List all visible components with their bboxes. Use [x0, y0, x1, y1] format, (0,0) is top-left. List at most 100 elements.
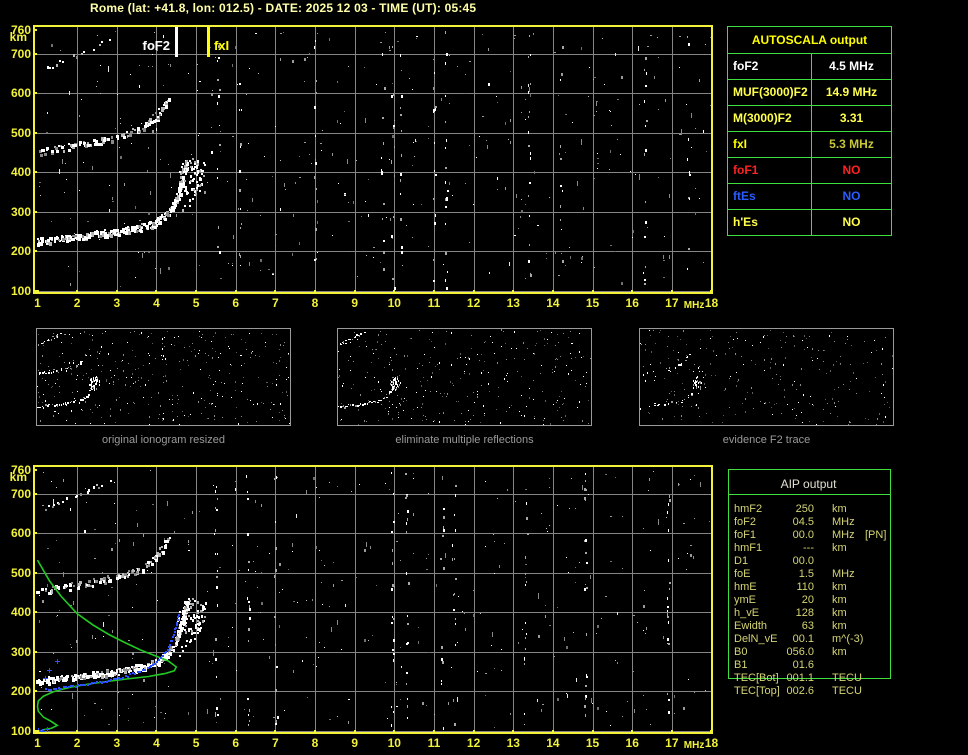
autoscala-param-label: h'Es — [728, 210, 812, 235]
autoscala-param-value: 5.3 MHz — [812, 132, 891, 157]
aip-param-name: ymE — [734, 594, 756, 607]
y-tick-label: 600 — [0, 86, 31, 100]
x-tick-label: 8 — [312, 296, 319, 310]
autoscala-param-label: MUF(3000)F2 — [728, 80, 812, 105]
x-tick-label: 12 — [467, 736, 480, 750]
aip-row-hmf1: hmF1---km — [728, 542, 900, 555]
y-tick-label: 200 — [0, 684, 31, 698]
x-tick-label: 7 — [272, 296, 279, 310]
x-tick-label: 10 — [388, 296, 401, 310]
y-tick-label: 600 — [0, 526, 31, 540]
x-tick-label: 15 — [586, 296, 599, 310]
x-tick-label: 2 — [74, 296, 81, 310]
aip-param-unit: km — [832, 542, 847, 555]
thumbnail-caption: original ionogram resized — [36, 434, 291, 446]
autoscala-table-title: AUTOSCALA output — [728, 27, 891, 54]
aip-row-tecbot: TEC[Bot]001.1TECU — [728, 672, 900, 685]
y-tick-label: 200 — [0, 244, 31, 258]
autoscala-param-value: 4.5 MHz — [812, 54, 891, 79]
aip-param-value: 00.0 — [754, 555, 814, 568]
x-tick-label: 3 — [113, 296, 120, 310]
aip-param-name: B1 — [734, 659, 747, 672]
aip-row-yme: ymE20km — [728, 594, 900, 607]
x-tick-label: 12 — [467, 296, 480, 310]
aip-row-hmf2: hmF2250km — [728, 503, 900, 516]
autoscala-row-m3000f2: M(3000)F23.31 — [728, 106, 891, 132]
x-axis-unit-label: MHz — [684, 740, 705, 752]
x-tick-label: 9 — [351, 736, 358, 750]
y-tick-label: 400 — [0, 605, 31, 619]
aip-param-unit: km — [832, 620, 847, 633]
x-tick-label: 6 — [232, 736, 239, 750]
y-tick-label: 300 — [0, 645, 31, 659]
x-tick-label: 10 — [388, 736, 401, 750]
aip-row-fof2: foF204.5MHz — [728, 516, 900, 529]
y-tick-label: 100 — [0, 724, 31, 738]
aip-param-value: 20 — [754, 594, 814, 607]
autoscala-param-label: M(3000)F2 — [728, 106, 812, 131]
thumbnail-eliminate-image — [338, 329, 591, 425]
aip-row-fof1: foF100.0MHz[PN] — [728, 529, 900, 542]
y-tick-label: 700 — [0, 47, 31, 61]
aip-param-value: 128 — [754, 607, 814, 620]
aip-param-name: D1 — [734, 555, 748, 568]
thumbnail-original-box — [36, 328, 291, 426]
y-tick-label: 100 — [0, 284, 31, 298]
aip-row-ewidth: Ewidth63km — [728, 620, 900, 633]
aip-param-value: 04.5 — [754, 516, 814, 529]
x-tick-label: 15 — [586, 736, 599, 750]
y-tick-label: 500 — [0, 126, 31, 140]
aip-row-hve: h_vE128km — [728, 607, 900, 620]
x-tick-label: 6 — [232, 296, 239, 310]
aip-row-delnve: DelN_vE00.1m^(-3) — [728, 633, 900, 646]
page-title: Rome (lat: +41.8, lon: 012.5) - DATE: 20… — [90, 1, 476, 15]
autoscala-row-fof2: foF24.5 MHz — [728, 54, 891, 80]
x-tick-label: 18 — [705, 736, 718, 750]
y-tick-label: 700 — [0, 487, 31, 501]
aip-param-unit: km — [832, 581, 847, 594]
autoscala-param-value: NO — [812, 184, 891, 209]
x-tick-label: 13 — [507, 296, 520, 310]
aip-param-value: 01.6 — [754, 659, 814, 672]
x-tick-label: 1 — [34, 736, 41, 750]
aip-param-unit: TECU — [832, 672, 862, 685]
x-tick-label: 3 — [113, 736, 120, 750]
aip-row-d1: D1 00.0 — [728, 555, 900, 568]
aip-row-foe: foE1.5MHz — [728, 568, 900, 581]
aip-param-value: 250 — [754, 503, 814, 516]
x-tick-label: 2 — [74, 736, 81, 750]
autoscala-row-ftes: ftEsNO — [728, 184, 891, 210]
aip-param-unit: km — [832, 607, 847, 620]
autoscala-row-fxi: fxI5.3 MHz — [728, 132, 891, 158]
aip-param-name: foE — [734, 568, 751, 581]
aip-table-title: AIP output — [728, 477, 889, 491]
thumbnail-original-image — [37, 329, 290, 425]
autoscala-param-value: 14.9 MHz — [812, 80, 891, 105]
aip-param-value: 63 — [754, 620, 814, 633]
autoscala-row-hes: h'EsNO — [728, 210, 891, 235]
x-tick-label: 11 — [428, 736, 441, 750]
aip-row-b1: B1 01.6 — [728, 659, 900, 672]
autoscala-param-value: 3.31 — [812, 106, 891, 131]
thumbnail-caption: eliminate multiple reflections — [337, 434, 592, 446]
x-tick-label: 17 — [665, 296, 678, 310]
x-tick-label: 16 — [626, 296, 639, 310]
aip-param-unit: MHz — [832, 568, 855, 581]
aip-row-hme: hmE110km — [728, 581, 900, 594]
aip-param-unit: m^(-3) — [832, 633, 863, 646]
bottom-ionogram-plot — [33, 465, 713, 734]
autoscala-screen: Rome (lat: +41.8, lon: 012.5) - DATE: 20… — [0, 0, 968, 755]
x-tick-label: 13 — [507, 736, 520, 750]
x-tick-label: 14 — [546, 296, 559, 310]
top-ionogram-plot — [33, 25, 713, 294]
thumbnail-eliminate-box — [337, 328, 592, 426]
aip-output-table: AIP output hmF2250kmfoF204.5MHzfoF100.0M… — [728, 469, 900, 719]
aip-param-unit: MHz — [832, 529, 855, 542]
aip-param-extra: [PN] — [865, 529, 886, 542]
y-tick-label: 300 — [0, 205, 31, 219]
aip-param-name: foF2 — [734, 516, 756, 529]
x-tick-label: 9 — [351, 296, 358, 310]
autoscala-row-fof1: foF1NO — [728, 158, 891, 184]
autoscala-param-value: NO — [812, 158, 891, 183]
x-axis-unit-label: MHz — [684, 300, 705, 312]
